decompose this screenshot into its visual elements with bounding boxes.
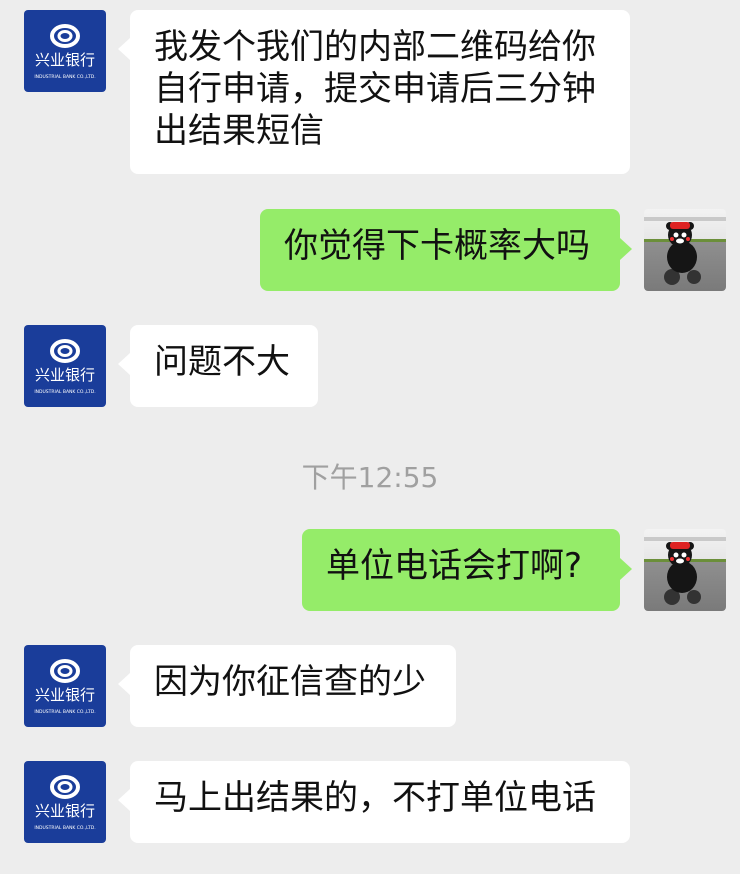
bank-logo-name: 兴业银行 [35,51,95,69]
message-bubble-incoming[interactable]: 因为你征信查的少 [118,645,456,727]
user-avatar[interactable] [644,529,726,611]
message-text: 你觉得下卡概率大吗 [284,226,590,266]
user-avatar[interactable] [644,209,726,291]
message-bubble-outgoing[interactable]: 你觉得下卡概率大吗 [260,209,632,291]
industrial-bank-logo-icon: 兴业银行 INDUSTRIAL BANK CO.,LTD. [34,659,96,715]
message-bubble-incoming[interactable]: 问题不大 [118,325,318,407]
message-text: 马上出结果的，不打单位电话 [154,778,596,818]
bank-logo-name: 兴业银行 [35,366,95,384]
message-text: 我发个我们的内部二维码给你 自行申请，提交申请后三分钟 出结果短信 [154,27,596,151]
message-bubble-incoming[interactable]: 我发个我们的内部二维码给你 自行申请，提交申请后三分钟 出结果短信 [118,10,630,174]
message-bubble-incoming[interactable]: 马上出结果的，不打单位电话 [118,761,630,843]
message-text: 单位电话会打啊? [326,546,583,586]
industrial-bank-logo-icon: 兴业银行 INDUSTRIAL BANK CO.,LTD. [34,775,96,831]
bank-logo-name: 兴业银行 [35,686,95,704]
industrial-bank-logo-icon: 兴业银行 INDUSTRIAL BANK CO.,LTD. [34,339,96,395]
bank-logo-name: 兴业银行 [35,802,95,820]
bank-logo-subtext: INDUSTRIAL BANK CO.,LTD. [34,825,95,831]
kumamon-motorbike-avatar-icon [644,217,726,285]
message-text: 问题不大 [154,342,290,382]
industrial-bank-logo-icon: 兴业银行 INDUSTRIAL BANK CO.,LTD. [34,24,96,80]
bank-avatar[interactable]: 兴业银行 INDUSTRIAL BANK CO.,LTD. [24,645,106,727]
message-text: 因为你征信查的少 [154,662,426,702]
message-bubble-outgoing[interactable]: 单位电话会打啊? [302,529,632,611]
bank-logo-subtext: INDUSTRIAL BANK CO.,LTD. [34,709,95,715]
bank-avatar[interactable]: 兴业银行 INDUSTRIAL BANK CO.,LTD. [24,761,106,843]
kumamon-motorbike-avatar-icon [644,537,726,605]
bank-avatar[interactable]: 兴业银行 INDUSTRIAL BANK CO.,LTD. [24,10,106,92]
bank-logo-subtext: INDUSTRIAL BANK CO.,LTD. [34,74,95,80]
bank-avatar[interactable]: 兴业银行 INDUSTRIAL BANK CO.,LTD. [24,325,106,407]
bank-logo-subtext: INDUSTRIAL BANK CO.,LTD. [34,389,95,395]
timestamp: 下午12:55 [301,461,439,494]
